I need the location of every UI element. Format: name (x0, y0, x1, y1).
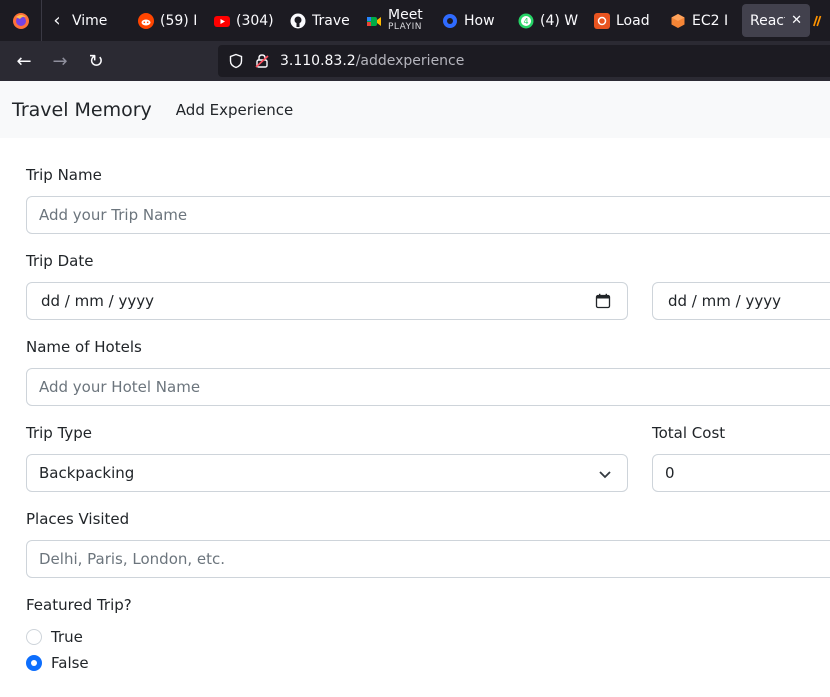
url-host: 3.110.83.2 (280, 53, 356, 69)
tab-reddit[interactable]: (59) I (130, 0, 206, 41)
places-input[interactable]: Delhi, Paris, London, etc. (26, 540, 830, 578)
youtube-icon (214, 13, 230, 29)
end-date-input[interactable]: dd / mm / yyyy (652, 282, 830, 320)
tab-ec2[interactable]: EC2 I (662, 0, 738, 41)
ubuntu-load-icon (594, 12, 610, 29)
url-path: /addexperience (355, 53, 465, 69)
featured-label: Featured Trip? (26, 596, 132, 614)
close-tab-icon[interactable]: ✕ (791, 13, 802, 28)
tab-vimeo[interactable]: Vime (72, 0, 130, 41)
tab-sublabel: PLAYIN (388, 21, 422, 32)
tab-label: Vime (72, 12, 108, 29)
featured-true-label: True (51, 628, 83, 646)
tab-label: React (750, 12, 785, 29)
trip-name-placeholder: Add your Trip Name (39, 206, 188, 224)
blue-app-icon (442, 13, 458, 29)
end-date-placeholder: dd / mm / yyyy (668, 292, 781, 310)
trip-date-label: Trip Date (26, 252, 94, 270)
browser-tab-strip: ‹ Vime (59) I (304) Trave Meet PLAYIN Ho… (0, 0, 830, 41)
tab-label: (4) W (540, 12, 578, 29)
browser-nav-bar: ← → ↻ 3.110.83.2/addexperience (0, 41, 830, 81)
calendar-icon[interactable] (595, 293, 611, 309)
hotels-label: Name of Hotels (26, 338, 142, 356)
app-brand[interactable]: Travel Memory (12, 99, 152, 121)
shield-icon[interactable] (228, 53, 244, 69)
total-cost-input[interactable]: 0 (652, 454, 830, 492)
svg-text:4: 4 (523, 17, 528, 26)
tab-whatsapp[interactable]: 4 (4) W (510, 0, 586, 41)
meet-icon (366, 13, 382, 29)
start-date-input[interactable]: dd / mm / yyyy (26, 282, 628, 320)
tab-label: Meet (388, 8, 423, 21)
places-label: Places Visited (26, 510, 130, 528)
featured-false-option[interactable]: False (26, 654, 89, 672)
firefox-menu-icon[interactable] (0, 0, 42, 41)
insecure-lock-icon[interactable] (254, 53, 270, 69)
tab-label: (304) (236, 12, 274, 29)
trip-name-input[interactable]: Add your Trip Name (26, 196, 830, 234)
featured-false-radio[interactable] (26, 655, 42, 671)
tab-react-active[interactable]: React ✕ (742, 4, 810, 37)
reload-icon[interactable]: ↻ (78, 41, 114, 81)
aws-ec2-icon (670, 13, 686, 29)
featured-true-option[interactable]: True (26, 628, 83, 646)
reddit-icon (138, 12, 154, 29)
total-cost-value: 0 (665, 464, 675, 482)
url-bar[interactable]: 3.110.83.2/addexperience (218, 45, 830, 77)
nav-link-add-experience[interactable]: Add Experience (176, 101, 293, 119)
hotels-input[interactable]: Add your Hotel Name (26, 368, 830, 406)
chevron-down-icon (597, 466, 613, 482)
tab-label: How (464, 12, 495, 29)
app-navbar: Travel Memory Add Experience (0, 81, 830, 138)
trip-type-label: Trip Type (26, 424, 93, 442)
tab-label: (59) I (160, 12, 198, 29)
tab-meet[interactable]: Meet PLAYIN (358, 0, 434, 41)
start-date-placeholder: dd / mm / yyyy (41, 292, 154, 310)
tab-scroll-left-icon[interactable]: ‹ (42, 0, 72, 41)
tab-load[interactable]: Load (586, 0, 662, 41)
back-arrow-icon[interactable]: ← (6, 41, 42, 81)
tab-github[interactable]: Trave (282, 0, 358, 41)
tab-label: Trave (312, 12, 350, 29)
whatsapp-icon: 4 (518, 13, 534, 29)
hotels-placeholder: Add your Hotel Name (39, 378, 201, 396)
tab-label: Load (616, 12, 650, 29)
tab-how[interactable]: How (434, 0, 510, 41)
tab-overflow-icon[interactable] (810, 0, 826, 41)
trip-name-label: Trip Name (26, 166, 102, 184)
places-placeholder: Delhi, Paris, London, etc. (39, 550, 226, 568)
github-icon (290, 13, 306, 29)
tab-youtube[interactable]: (304) (206, 0, 282, 41)
forward-arrow-icon[interactable]: → (42, 41, 78, 81)
trip-type-select[interactable]: Backpacking (26, 454, 628, 492)
featured-false-label: False (51, 654, 89, 672)
trip-type-value: Backpacking (39, 464, 135, 482)
tab-label: EC2 I (692, 12, 729, 29)
total-cost-label: Total Cost (652, 424, 726, 442)
featured-true-radio[interactable] (26, 629, 42, 645)
